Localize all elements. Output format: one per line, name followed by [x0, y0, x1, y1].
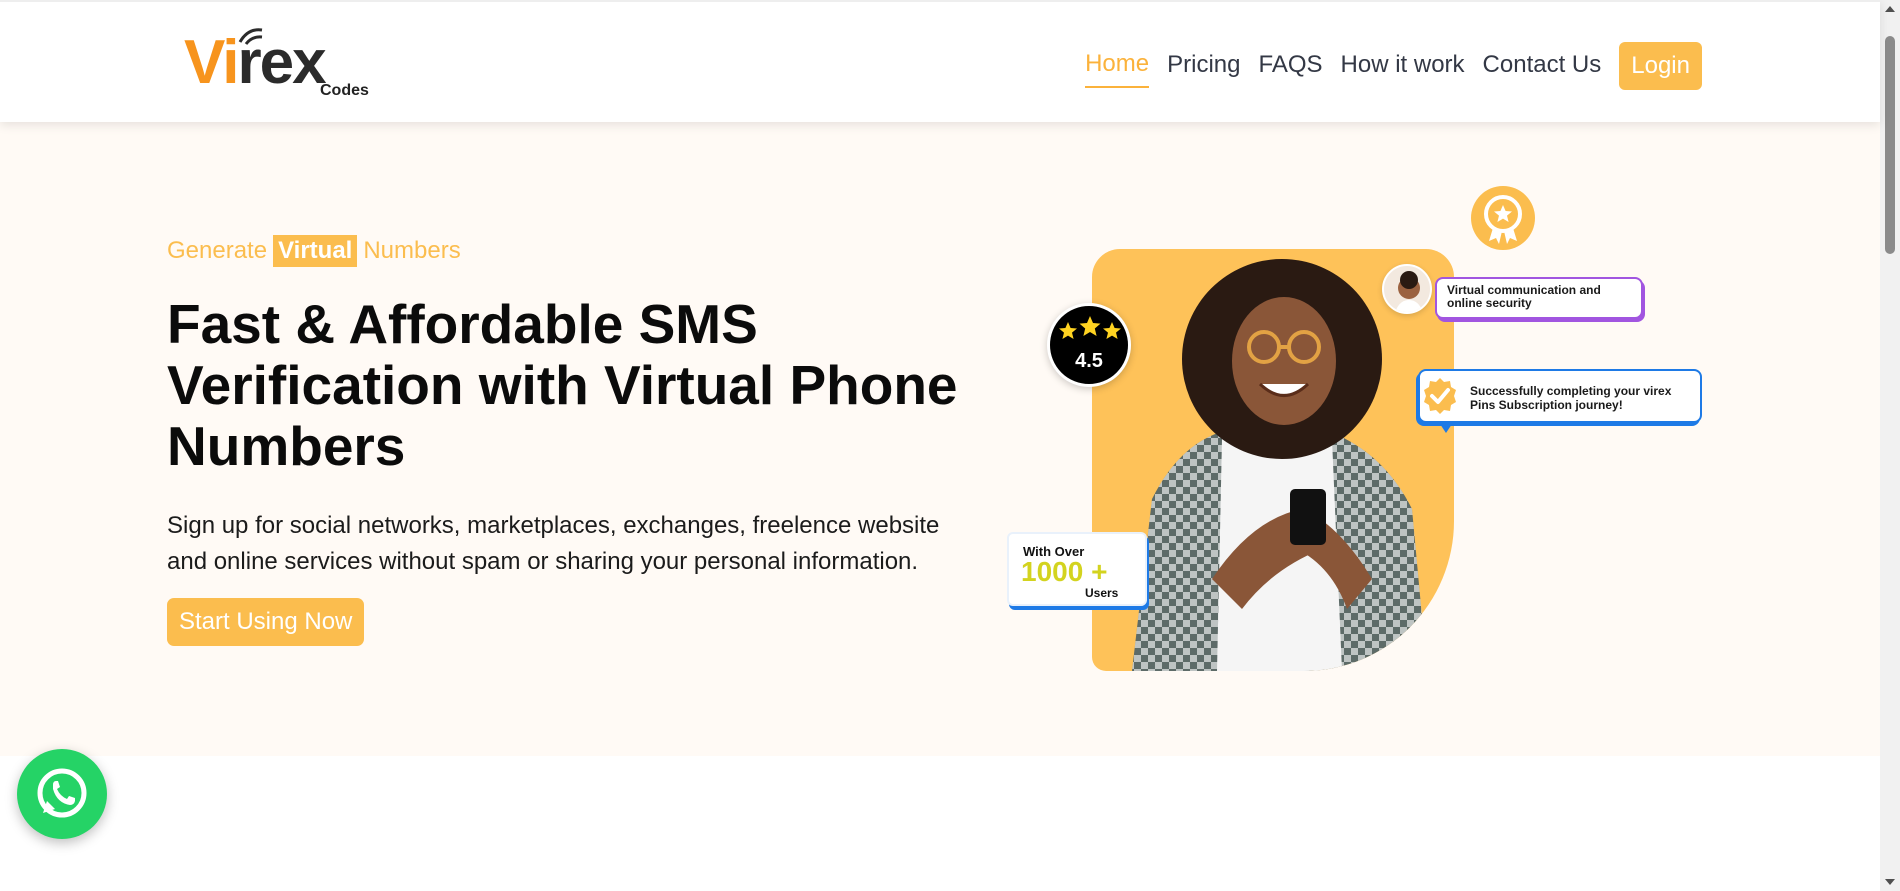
nav-pricing[interactable]: Pricing: [1167, 40, 1240, 92]
scroll-thumb[interactable]: [1885, 36, 1895, 254]
scroll-up-arrow[interactable]: [1885, 6, 1895, 12]
signal-icon: [238, 28, 263, 45]
hero-eyebrow: Generate Virtual Numbers: [167, 235, 461, 267]
main-nav: Home Pricing FAQS How it work Contact Us…: [1085, 40, 1702, 92]
site-header: Virex Codes Home Pricing FAQS How it wor…: [0, 0, 1880, 122]
users-count: 1000 +: [1021, 556, 1108, 587]
login-button[interactable]: Login: [1619, 42, 1702, 90]
hero-headline: Fast & Affordable SMS Verification with …: [167, 293, 958, 477]
logo-subtitle: Codes: [320, 82, 369, 99]
whatsapp-icon: [37, 768, 87, 818]
users-count-card: With Over 1000 + Users: [1007, 532, 1147, 606]
start-using-now-button[interactable]: Start Using Now: [167, 598, 365, 646]
scroll-down-arrow[interactable]: [1885, 879, 1895, 885]
subscription-bubble-text: Successfully completing your virex Pins …: [1470, 384, 1672, 412]
rating-value: 4.5: [1075, 350, 1103, 372]
hero-section: Generate Virtual Numbers Fast & Affordab…: [0, 122, 1880, 756]
bubble-tail: [1438, 421, 1454, 433]
star-icon: [1059, 316, 1121, 339]
eyebrow-pre: Generate: [167, 237, 268, 264]
security-bubble: Virtual communication and online securit…: [1435, 277, 1643, 319]
award-icon: [1471, 186, 1535, 250]
nav-contact-us[interactable]: Contact Us: [1483, 40, 1602, 92]
avatar-image: [1382, 264, 1432, 314]
eyebrow-post: Numbers: [363, 237, 461, 264]
nav-faqs[interactable]: FAQS: [1258, 40, 1322, 92]
nav-how-it-work[interactable]: How it work: [1341, 40, 1465, 92]
check-badge-icon: [1420, 376, 1460, 416]
brand-logo[interactable]: Virex Codes: [184, 24, 384, 106]
hero-subtext: Sign up for social networks, marketplace…: [167, 512, 940, 575]
eyebrow-highlight: Virtual: [273, 235, 358, 267]
page-scrollbar[interactable]: [1880, 0, 1900, 891]
whatsapp-button[interactable]: [17, 749, 107, 839]
subscription-bubble: Successfully completing your virex Pins …: [1418, 369, 1702, 433]
nav-home[interactable]: Home: [1085, 44, 1150, 88]
rating-badge: 4.5: [1047, 303, 1131, 387]
users-line-3: Users: [1085, 586, 1119, 600]
